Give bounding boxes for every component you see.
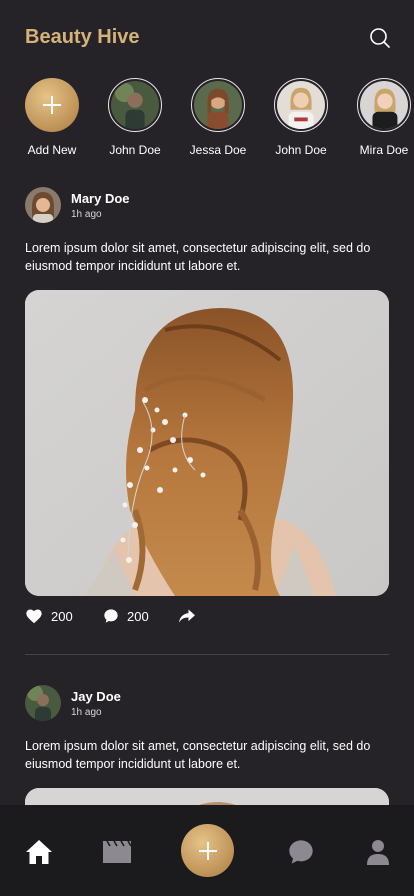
like-count: 200 xyxy=(51,608,73,624)
post-caption: Lorem ipsum dolor sit amet, consectetur … xyxy=(25,241,371,273)
avatar xyxy=(277,81,325,129)
heart-icon xyxy=(26,609,42,624)
story-label: John Doe xyxy=(275,143,327,157)
story-item[interactable]: Mira Doe xyxy=(342,78,414,157)
post-author[interactable]: Jay Doe 1h ago xyxy=(25,685,389,725)
comment-button[interactable]: 200 xyxy=(103,608,149,624)
post-image[interactable] xyxy=(25,290,389,596)
search-icon[interactable] xyxy=(368,26,392,50)
post-card: Mary Doe 1h ago Lorem ipsum dolor sit am… xyxy=(25,187,389,632)
profile-icon[interactable] xyxy=(363,837,393,867)
avatar xyxy=(360,81,408,129)
story-item[interactable]: Jessa Doe xyxy=(176,78,260,157)
bottom-nav xyxy=(0,805,414,896)
author-name: Mary Doe xyxy=(71,191,130,206)
add-post-button[interactable] xyxy=(181,824,234,877)
app-header: Beauty Hive xyxy=(0,0,414,76)
post-actions: 200 200 xyxy=(25,608,389,632)
app-title: Beauty Hive xyxy=(25,26,140,48)
story-item[interactable]: John Doe xyxy=(93,78,177,157)
author-name: Jay Doe xyxy=(71,689,121,704)
avatar xyxy=(194,81,242,129)
share-icon xyxy=(179,609,195,623)
chat-icon[interactable] xyxy=(286,837,316,867)
avatar[interactable] xyxy=(25,187,61,223)
story-item[interactable]: John Doe xyxy=(259,78,343,157)
clapperboard-icon[interactable] xyxy=(102,837,132,867)
comment-count: 200 xyxy=(127,608,149,624)
comment-icon xyxy=(104,609,118,623)
stories-row: Add New John Doe Jessa Doe John Doe Mira… xyxy=(0,78,414,160)
add-story-button[interactable] xyxy=(25,78,79,132)
home-icon[interactable] xyxy=(24,837,54,867)
add-icon xyxy=(198,841,217,860)
plus-icon xyxy=(43,96,61,114)
like-button[interactable]: 200 xyxy=(25,608,73,624)
post-caption: Lorem ipsum dolor sit amet, consectetur … xyxy=(25,739,371,771)
share-button[interactable] xyxy=(178,608,196,624)
story-label: Mira Doe xyxy=(359,143,409,157)
post-time: 1h ago xyxy=(71,209,102,220)
divider xyxy=(25,654,389,655)
post-time: 1h ago xyxy=(71,707,102,718)
story-add-new[interactable]: Add New xyxy=(10,78,94,157)
story-label: John Doe xyxy=(109,143,161,157)
story-label: Add New xyxy=(27,143,77,157)
story-label: Jessa Doe xyxy=(189,143,247,157)
avatar xyxy=(111,81,159,129)
avatar[interactable] xyxy=(25,685,61,721)
post-author[interactable]: Mary Doe 1h ago xyxy=(25,187,389,227)
